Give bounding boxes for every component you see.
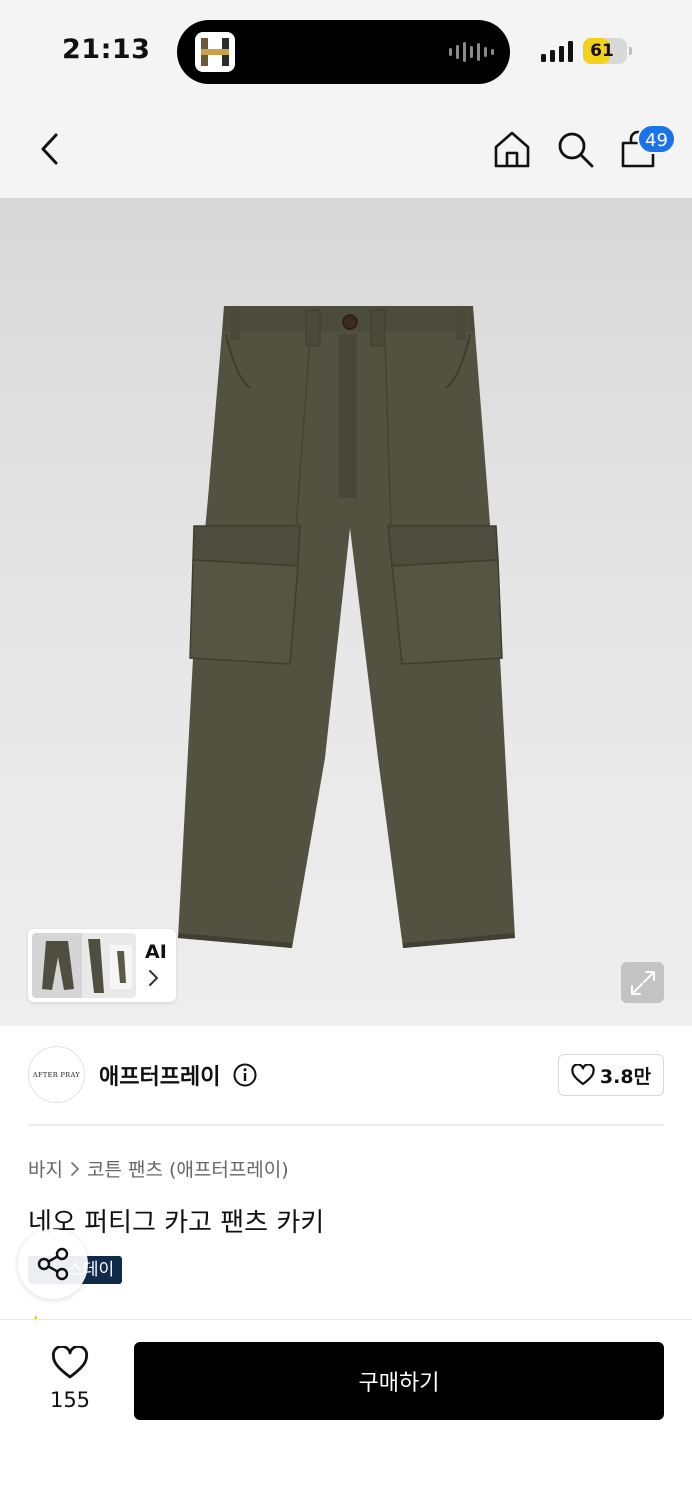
divider	[28, 1124, 664, 1126]
status-bar: 21:13 61	[0, 0, 692, 100]
ai-thumbnail-card[interactable]: AI	[28, 929, 176, 1002]
battery-level: 61	[590, 41, 614, 61]
wishlist-count: 155	[49, 1388, 91, 1412]
signal-icon	[541, 40, 573, 62]
info-icon[interactable]	[233, 1063, 257, 1087]
expand-icon	[630, 970, 655, 995]
product-image	[178, 306, 515, 948]
breadcrumb-subcategory[interactable]: 코튼 팬츠 (애프터프레이)	[87, 1155, 289, 1182]
search-icon	[558, 132, 594, 168]
brand-row: AFTER PRAY 애프터프레이 3.8만	[28, 1046, 664, 1104]
chevron-right-icon	[149, 970, 158, 986]
ai-label: AI	[145, 941, 167, 963]
breadcrumb: 바지 코튼 팬츠 (애프터프레이)	[28, 1155, 289, 1182]
home-button[interactable]	[488, 125, 536, 173]
brand-like-count: 3.8만	[599, 1065, 652, 1088]
breadcrumb-category[interactable]: 바지	[28, 1155, 63, 1182]
cart-count-badge: 49	[637, 124, 676, 154]
dynamic-island	[177, 20, 510, 84]
share-icon	[37, 1247, 69, 1281]
product-detail-page: 21:13 61 49 AI AFTER PRAY 애프터프레이 3.8만 바지…	[0, 0, 692, 1500]
thumbnail-image	[32, 933, 136, 998]
brand-logo-text: AFTER PRAY	[32, 1070, 81, 1079]
back-button[interactable]	[26, 125, 74, 173]
heart-icon	[571, 1064, 595, 1086]
app-icon	[195, 32, 235, 72]
share-button[interactable]	[18, 1229, 88, 1299]
wishlist-button[interactable]: 155	[40, 1344, 100, 1412]
product-image-gallery[interactable]: AI	[0, 198, 692, 1026]
brand-logo[interactable]: AFTER PRAY	[28, 1046, 85, 1103]
audio-wave-icon	[449, 40, 494, 64]
chevron-right-icon	[71, 1161, 79, 1176]
heart-icon	[51, 1344, 89, 1379]
buy-button[interactable]: 구매하기	[134, 1342, 664, 1420]
expand-image-button[interactable]	[621, 962, 664, 1003]
brand-like-button[interactable]: 3.8만	[558, 1054, 664, 1096]
brand-name[interactable]: 애프터프레이	[99, 1059, 220, 1091]
product-title: 네오 퍼티그 카고 팬츠 카키	[28, 1208, 325, 1238]
battery-indicator: 61	[583, 38, 632, 64]
home-icon	[494, 131, 530, 168]
top-nav	[0, 100, 692, 198]
chevron-left-icon	[41, 133, 58, 165]
search-button[interactable]	[551, 125, 599, 173]
status-time: 21:13	[62, 34, 151, 65]
bottom-action-bar: 155 구매하기	[0, 1319, 692, 1500]
